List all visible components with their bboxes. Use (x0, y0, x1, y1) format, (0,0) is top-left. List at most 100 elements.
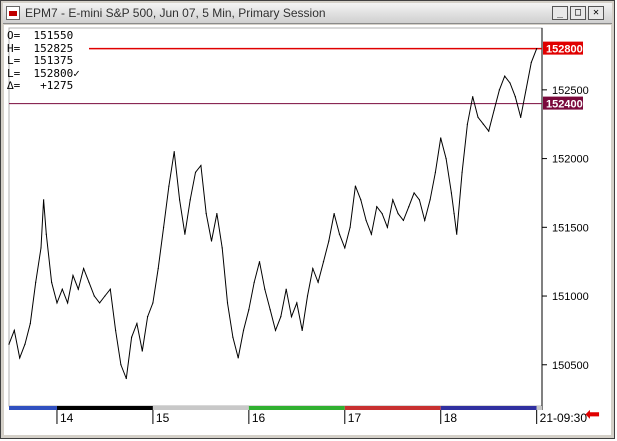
price-point (530, 61, 532, 63)
price-point (136, 322, 138, 325)
price-point (226, 302, 229, 304)
readout-delta: ∆= +1275 (7, 79, 74, 93)
price-point (13, 329, 15, 331)
price-point (274, 329, 277, 331)
price-point (333, 212, 335, 215)
session-band (440, 406, 537, 410)
high-level-label: 152800 (546, 44, 583, 56)
price-point (115, 329, 117, 331)
app-chart-icon (6, 6, 20, 20)
price-point (354, 185, 357, 187)
price-point (35, 281, 37, 283)
price-point (360, 199, 362, 201)
left-arrow-icon[interactable]: ⬅ (585, 405, 600, 423)
price-point (194, 171, 197, 173)
price-point (482, 123, 484, 125)
price-point (301, 329, 303, 331)
price-point (77, 288, 79, 290)
price-point (525, 89, 527, 91)
x-tick-label: 18 (444, 411, 458, 425)
x-tick-label: 16 (252, 411, 266, 425)
session-band (536, 406, 542, 410)
price-point (296, 302, 298, 304)
price-point (184, 233, 186, 235)
price-point (472, 96, 474, 98)
session-band (9, 406, 57, 410)
price-point (83, 267, 85, 270)
price-point (520, 116, 522, 118)
title-bar[interactable]: EPM7 - E-mini S&P 500, Jun 07, 5 Min, Pr… (3, 3, 612, 24)
price-point (200, 164, 202, 167)
price-point (125, 377, 127, 380)
session-band (344, 406, 441, 410)
price-point (488, 130, 490, 132)
chart-window: EPM7 - E-mini S&P 500, Jun 07, 5 Min, Pr… (0, 0, 615, 439)
price-point (413, 192, 415, 194)
price-point (376, 206, 378, 208)
price-point (237, 357, 239, 359)
price-point (56, 302, 58, 304)
price-point (40, 247, 42, 249)
price-point (109, 288, 111, 290)
price-point (386, 226, 389, 228)
price-point (269, 309, 271, 311)
price-point (99, 302, 101, 304)
price-point (328, 240, 330, 242)
price-point (120, 364, 122, 366)
price-point (504, 75, 506, 77)
price-chart[interactable]: 152500 152000 151500 151000 150500 152800 1524… (4, 25, 611, 435)
y-tick-label: 152500 (552, 85, 589, 97)
window-title: EPM7 - E-mini S&P 500, Jun 07, 5 Min, Pr… (25, 6, 326, 20)
price-point (445, 157, 447, 160)
price-point (157, 267, 159, 270)
price-point (392, 199, 394, 201)
price-point (290, 316, 293, 318)
price-point (93, 295, 95, 297)
price-point (43, 199, 45, 201)
price-point (285, 288, 287, 290)
maximize-button[interactable]: □ (570, 6, 586, 20)
minimize-button[interactable]: _ (552, 6, 568, 20)
price-point (349, 226, 351, 228)
price-point (141, 350, 143, 352)
price-point (146, 316, 149, 318)
price-point (536, 48, 538, 50)
price-point (344, 247, 346, 249)
price-point (280, 316, 282, 318)
price-point (8, 343, 10, 345)
price-point (205, 212, 207, 215)
price-point (173, 151, 175, 153)
price-point (104, 295, 106, 297)
readout-low: L= 151375 (7, 54, 74, 68)
price-point (258, 261, 261, 263)
price-point (322, 261, 325, 263)
price-point (440, 137, 442, 139)
price-point (242, 329, 245, 331)
price-point (493, 109, 495, 112)
level-level-label: 152400 (546, 99, 583, 111)
price-point (221, 247, 223, 249)
price-point (232, 336, 234, 338)
price-point (152, 302, 154, 304)
price-point (61, 288, 63, 290)
price-point (418, 199, 421, 201)
price-point (264, 288, 266, 290)
price-point (178, 199, 181, 201)
price-point (338, 233, 341, 235)
price-point (466, 123, 468, 125)
chart-area: 152500 152000 151500 151000 150500 152800 1524… (4, 25, 611, 435)
y-tick-label: 150500 (552, 360, 589, 372)
price-point (381, 212, 383, 215)
price-point (498, 89, 500, 91)
price-point (365, 219, 367, 222)
y-tick-label: 151500 (552, 222, 589, 234)
price-point (450, 192, 452, 194)
price-point (456, 233, 458, 235)
y-tick-label: 151000 (552, 291, 589, 303)
price-point (397, 212, 399, 215)
session-band (152, 406, 249, 410)
close-button[interactable]: ✕ (588, 6, 604, 20)
price-point (509, 82, 511, 84)
price-point (130, 336, 133, 338)
y-tick-label: 152000 (552, 154, 589, 166)
